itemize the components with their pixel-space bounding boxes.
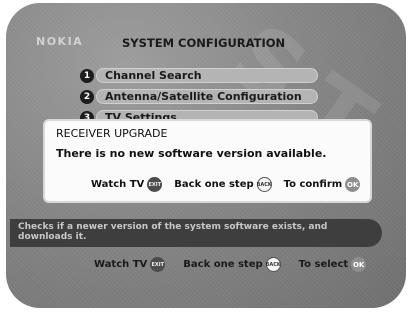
confirm-label: To confirm	[283, 179, 343, 190]
exit-key-icon: EXIT	[150, 257, 166, 272]
back-key-icon: BACK	[266, 257, 281, 272]
dialog-message: There is no new software version availab…	[56, 147, 327, 160]
brand-logo: NOKIA	[36, 35, 84, 48]
watch-tv-label: Watch TV	[91, 179, 145, 190]
select-label: To select	[298, 259, 349, 270]
dialog-title: RECEIVER UPGRADE	[56, 127, 168, 140]
back-one-step-label: Back one step	[174, 179, 254, 190]
watch-tv-label: Watch TV	[94, 259, 148, 270]
tv-screen: S T NOKIA SYSTEM CONFIGURATION 1 Channel…	[6, 3, 406, 308]
back-one-step-label: Back one step	[183, 259, 263, 270]
menu-item-antenna-satellite-configuration[interactable]: 2 Antenna/Satellite Configuration	[80, 88, 318, 105]
ok-key-icon: OK	[351, 257, 367, 272]
exit-key-icon: EXIT	[147, 177, 163, 192]
menu-number-badge: 1	[80, 68, 94, 83]
menu-item-label: Channel Search	[96, 68, 318, 83]
back-key-icon: BACK	[257, 177, 272, 192]
watch-tv-button[interactable]: Watch TV EXIT	[94, 257, 166, 272]
ok-key-icon: OK	[345, 177, 361, 192]
page-title: SYSTEM CONFIGURATION	[122, 36, 286, 50]
menu-item-channel-search[interactable]: 1 Channel Search	[80, 67, 318, 84]
watch-tv-button[interactable]: Watch TV EXIT	[91, 177, 163, 192]
help-bar: Checks if a newer version of the system …	[10, 219, 382, 247]
receiver-upgrade-dialog: RECEIVER UPGRADE There is no new softwar…	[43, 119, 372, 203]
menu-number-badge: 2	[80, 89, 94, 104]
back-one-step-button[interactable]: Back one step BACK	[174, 177, 272, 192]
help-text: Checks if a newer version of the system …	[18, 222, 328, 242]
menu-item-label: Antenna/Satellite Configuration	[96, 89, 318, 104]
select-button[interactable]: To select OK	[299, 257, 367, 272]
dialog-button-row: Watch TV EXIT Back one step BACK To conf…	[91, 177, 361, 192]
confirm-button[interactable]: To confirm OK	[284, 177, 361, 192]
bottom-button-row: Watch TV EXIT Back one step BACK To sele…	[94, 257, 384, 272]
back-one-step-button[interactable]: Back one step BACK	[183, 257, 281, 272]
